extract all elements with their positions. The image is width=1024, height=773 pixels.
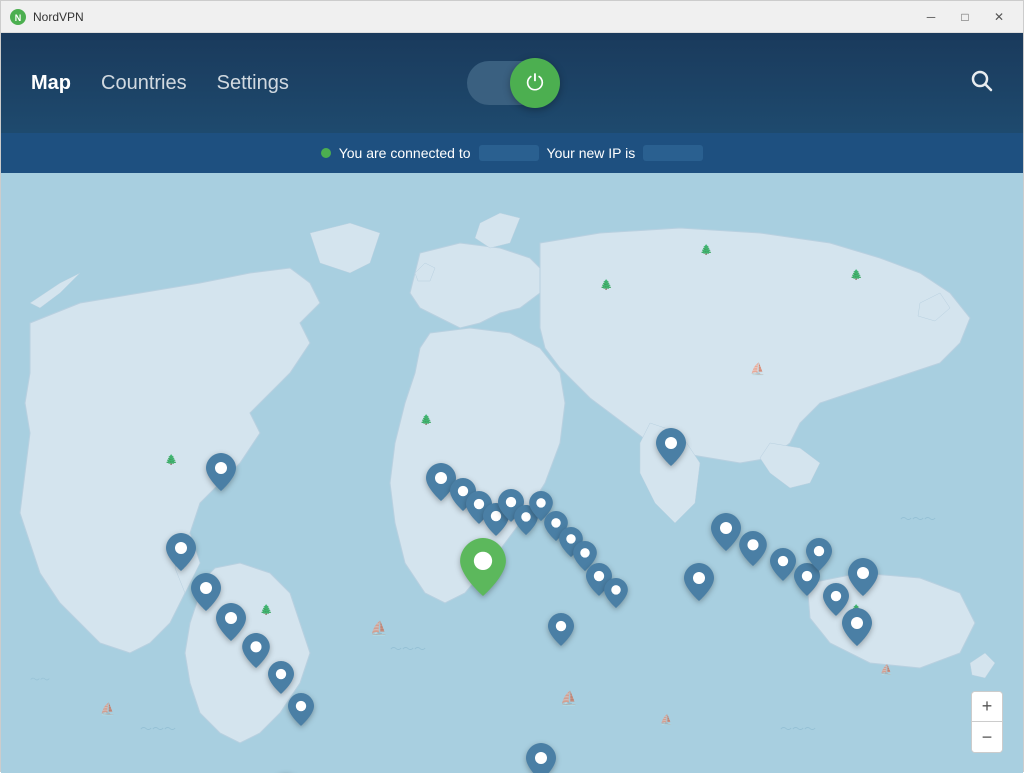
tab-countries[interactable]: Countries [101,72,187,95]
svg-text:〜〜〜: 〜〜〜 [140,722,176,736]
titlebar: N NordVPN ─ □ ✕ [1,1,1023,33]
search-icon [969,68,993,92]
svg-text:🌲: 🌲 [165,453,177,466]
pin-japan[interactable] [739,531,767,571]
vpn-toggle-track[interactable]: ⏻ [467,61,557,105]
server-name-blurred [479,145,539,161]
pin-israel[interactable] [604,578,628,613]
header: Map Countries Settings ⏻ [1,33,1023,133]
svg-text:🌲: 🌲 [420,413,432,426]
nav-tabs: Map Countries Settings [31,72,289,95]
svg-text:⛵: ⛵ [660,713,672,726]
svg-text:⛵: ⛵ [370,620,387,637]
pin-nigeria[interactable] [526,743,556,773]
pin-aus[interactable] [842,608,872,651]
world-map: 〜〜〜 〜〜〜 〜〜〜 〜〜〜 〜〜〜 〜〜〜 〜〜 〜〜〜 [1,173,1023,773]
app-logo-icon: N [9,8,27,26]
ip-address-blurred [643,145,703,161]
app-title: NordVPN [33,10,84,24]
pin-russia[interactable] [656,428,686,471]
svg-text:⛵: ⛵ [100,702,115,716]
pin-hk[interactable] [711,513,741,556]
tab-map[interactable]: Map [31,72,71,95]
zoom-controls: + − [971,691,1003,753]
window-controls: ─ □ ✕ [915,7,1015,27]
svg-text:⛵: ⛵ [560,690,577,707]
power-icon: ⏻ [526,72,543,94]
pin-sg[interactable] [770,548,796,586]
pin-taiwan[interactable] [806,538,832,576]
pin-usa-west[interactable] [166,533,196,576]
svg-text:〜〜: 〜〜 [30,675,50,686]
svg-text:〜〜〜: 〜〜〜 [900,512,936,526]
svg-text:〜〜〜: 〜〜〜 [390,642,426,656]
status-text-middle: Your new IP is [547,145,636,161]
tab-settings[interactable]: Settings [217,72,289,95]
maximize-button[interactable]: □ [949,7,981,27]
titlebar-left: N NordVPN [9,8,84,26]
svg-text:🌲: 🌲 [260,603,272,616]
pin-india[interactable] [684,563,714,606]
minimize-button[interactable]: ─ [915,7,947,27]
svg-text:🌲: 🌲 [600,278,612,291]
pin-brazil[interactable] [288,693,314,731]
map-container[interactable]: 〜〜〜 〜〜〜 〜〜〜 〜〜〜 〜〜〜 〜〜〜 〜〜 〜〜〜 [1,173,1023,773]
pin-canada[interactable] [206,453,236,496]
svg-text:〜〜〜: 〜〜〜 [780,722,816,736]
pin-greece[interactable] [548,613,574,651]
search-button[interactable] [969,68,993,99]
close-button[interactable]: ✕ [983,7,1015,27]
pin-connected[interactable] [460,538,506,601]
vpn-toggle-thumb[interactable]: ⏻ [510,58,560,108]
power-toggle-container[interactable]: ⏻ [467,61,557,105]
zoom-out-button[interactable]: − [972,722,1002,752]
statusbar: You are connected to Your new IP is [1,133,1023,173]
pin-mexico[interactable] [242,633,270,673]
status-text-prefix: You are connected to [339,145,471,161]
svg-text:⛵: ⛵ [880,663,892,676]
svg-text:⛵: ⛵ [750,362,765,376]
svg-text:🌲: 🌲 [850,268,862,281]
connection-status-dot [321,148,331,158]
pin-south-africa[interactable] [848,558,878,601]
svg-text:🌲: 🌲 [700,243,712,256]
zoom-in-button[interactable]: + [972,692,1002,722]
svg-text:N: N [15,13,22,23]
